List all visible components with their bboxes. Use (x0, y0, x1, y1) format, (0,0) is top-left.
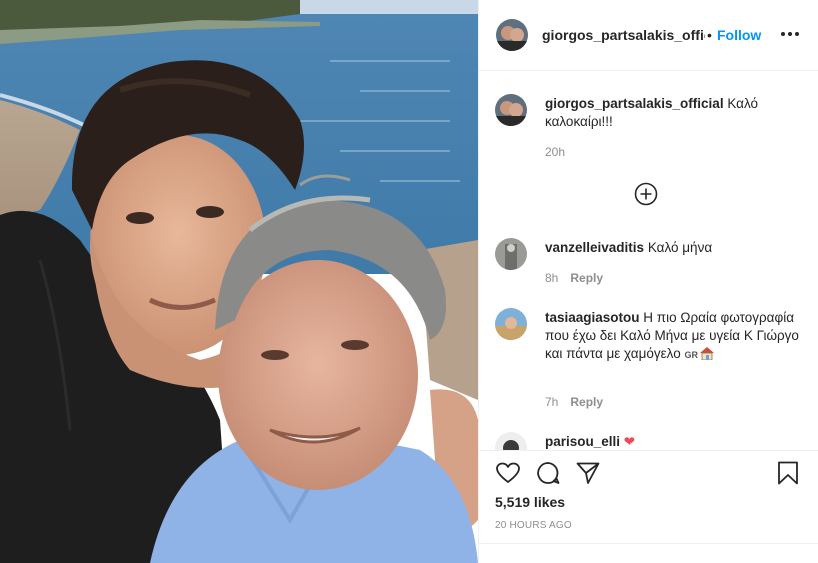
divider (479, 543, 818, 544)
commenter-avatar[interactable] (495, 308, 527, 340)
red-heart-emoji: ❤ (623, 434, 636, 449)
follow-button[interactable]: Follow (717, 27, 761, 43)
caption-time[interactable]: 20h (545, 145, 565, 159)
post-photo[interactable] (0, 0, 478, 563)
reply-button[interactable]: Reply (570, 271, 603, 285)
commenter-avatar[interactable] (495, 432, 527, 450)
comment-username[interactable]: parisou_elli (545, 434, 620, 449)
author-avatar[interactable] (496, 19, 528, 51)
post-timestamp[interactable]: 20 HOURS AGO (495, 520, 572, 531)
comment-username[interactable]: vanzelleivaditis (545, 240, 644, 255)
author-username[interactable]: giorgos_partsalakis_officia (542, 27, 705, 43)
comment-text: parisou_elli ❤ (545, 433, 805, 450)
comment-username[interactable]: tasiaagiasotou (545, 310, 640, 325)
likes-count[interactable]: 5,519 likes (495, 494, 565, 510)
comment-time[interactable]: 8h (545, 271, 558, 285)
caption-username[interactable]: giorgos_partsalakis_official (545, 96, 724, 111)
comment-text: vanzelleivaditis Καλό μήνα (545, 239, 805, 257)
comment-meta: 7h Reply (545, 395, 603, 409)
post-image (0, 0, 478, 563)
comment-body: Καλό μήνα (647, 240, 713, 255)
comment-text: tasiaagiasotou Η πιο Ωραία φωτογραφία πο… (545, 309, 805, 364)
post-actions: 5,519 likes 20 HOURS AGO (479, 450, 818, 563)
post-sidebar: giorgos_partsalakis_officia • Follow (478, 0, 818, 563)
reply-button[interactable]: Reply (570, 395, 603, 409)
caption-text: giorgos_partsalakis_official Καλό καλοκα… (545, 95, 805, 131)
heart-icon[interactable] (495, 460, 521, 486)
load-more-comments-icon[interactable] (634, 182, 658, 206)
bookmark-icon[interactable] (775, 460, 801, 486)
comment-icon[interactable] (535, 460, 561, 486)
caption-meta: 20h (545, 145, 565, 159)
author-avatar[interactable] (495, 94, 527, 126)
house-emoji-icon (699, 346, 715, 361)
comments-list[interactable]: giorgos_partsalakis_official Καλό καλοκα… (479, 72, 818, 450)
more-options-icon[interactable] (779, 25, 801, 43)
comment-meta: 8h Reply (545, 271, 603, 285)
comment-time[interactable]: 7h (545, 395, 558, 409)
post-header: giorgos_partsalakis_officia • Follow (479, 0, 818, 71)
paper-plane-icon[interactable] (575, 460, 601, 486)
greece-flag-emoji: GR (684, 350, 698, 360)
header-separator: • (707, 27, 712, 43)
commenter-avatar[interactable] (495, 238, 527, 270)
